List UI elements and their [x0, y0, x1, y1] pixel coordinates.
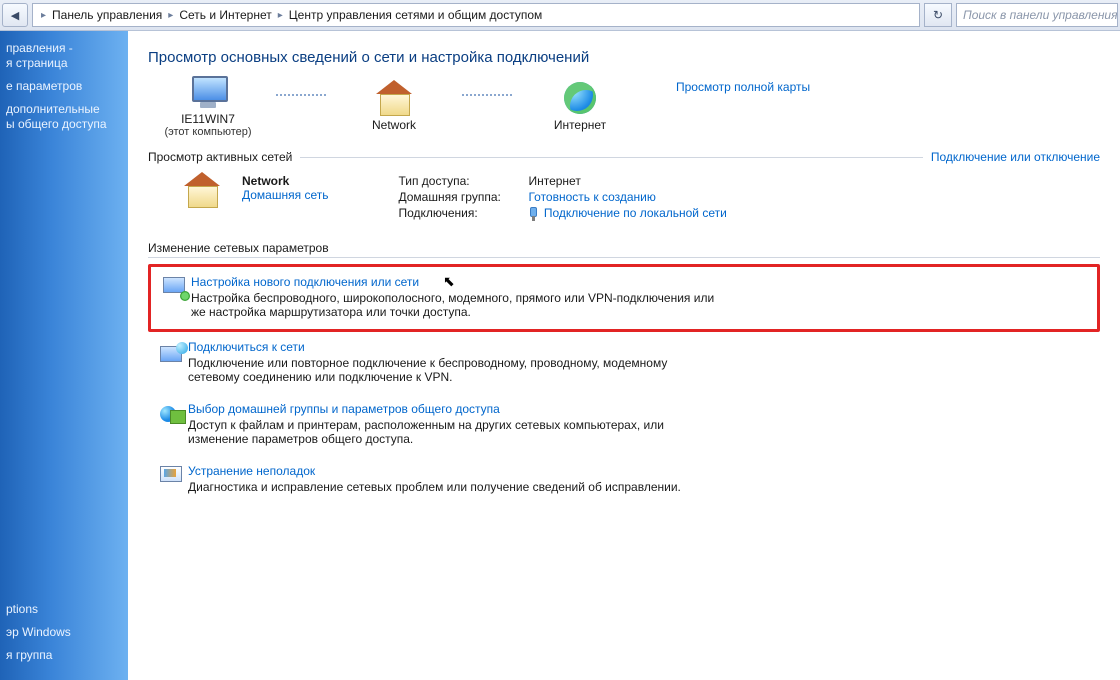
task-title[interactable]: Выбор домашней группы и параметров общег…: [188, 402, 500, 416]
node-label: Интернет: [520, 118, 640, 132]
rule: [300, 157, 923, 158]
toolbar: ◀ ▸ Панель управления ▸ Сеть и Интернет …: [0, 0, 1120, 31]
task-setup-connection[interactable]: Настройка нового подключения или сети ⬉ …: [148, 264, 1100, 332]
chevron-right-icon: ▸: [274, 10, 287, 21]
node-label: IE11WIN7: [148, 112, 268, 126]
network-map: IE11WIN7 (этот компьютер) Network Интерн…: [148, 76, 640, 138]
view-full-map-link[interactable]: Просмотр полной карты: [676, 80, 810, 94]
node-sublabel: (этот компьютер): [148, 126, 268, 138]
connection-line-icon: [462, 94, 512, 96]
nav-back-button[interactable]: ◀: [2, 3, 28, 27]
breadcrumb-item[interactable]: Панель управления: [50, 8, 164, 22]
task-title[interactable]: Подключиться к сети: [188, 340, 305, 354]
network-type-link[interactable]: Домашняя сеть: [242, 188, 328, 202]
kv-label: Подключения:: [398, 206, 528, 221]
address-bar[interactable]: ▸ Панель управления ▸ Сеть и Интернет ▸ …: [32, 3, 920, 27]
breadcrumb-item[interactable]: Сеть и Интернет: [177, 8, 273, 22]
task-troubleshoot[interactable]: Устранение неполадок Диагностика и испра…: [148, 456, 1100, 504]
sidebar-bottom-item[interactable]: я группа: [6, 648, 122, 663]
cursor-icon: ⬉: [443, 273, 455, 290]
active-network: Network Домашняя сеть Тип доступа: Интер…: [148, 174, 1100, 223]
sidebar-item[interactable]: дополнительные ы общего доступа: [6, 102, 122, 132]
page-title: Просмотр основных сведений о сети и наст…: [148, 49, 1100, 66]
computer-icon: [188, 76, 228, 110]
section-title: Просмотр активных сетей: [148, 150, 292, 164]
chevron-right-icon: ▸: [37, 10, 50, 21]
homegroup-icon: [160, 404, 186, 426]
section-title: Изменение сетевых параметров: [148, 241, 1100, 258]
globe-icon: [560, 82, 600, 116]
connect-disconnect-link[interactable]: Подключение или отключение: [931, 150, 1100, 164]
troubleshoot-icon: [160, 466, 186, 488]
kv-value: Интернет: [528, 174, 580, 188]
content-pane: Просмотр основных сведений о сети и наст…: [128, 31, 1120, 680]
node-internet[interactable]: Интернет: [520, 82, 640, 132]
connection-line-icon: [276, 94, 326, 96]
connect-icon: [160, 342, 186, 364]
chevron-right-icon: ▸: [164, 10, 177, 21]
task-description: Настройка беспроводного, широкополосного…: [191, 291, 721, 319]
task-connect-network[interactable]: Подключиться к сети Подключение или повт…: [148, 332, 1100, 394]
node-network[interactable]: Network: [334, 82, 454, 132]
sidebar-item[interactable]: правления - я страница: [6, 41, 122, 71]
kv-label: Домашняя группа:: [398, 190, 528, 204]
sidebar-bottom-item[interactable]: ptions: [6, 602, 122, 617]
task-description: Диагностика и исправление сетевых пробле…: [188, 480, 718, 494]
task-description: Подключение или повторное подключение к …: [188, 356, 718, 384]
search-placeholder: Поиск в панели управления: [963, 8, 1118, 22]
kv-label: Тип доступа:: [398, 174, 528, 188]
node-this-computer[interactable]: IE11WIN7 (этот компьютер): [148, 76, 268, 138]
search-input[interactable]: Поиск в панели управления: [956, 3, 1118, 27]
house-icon: [374, 82, 414, 116]
node-label: Network: [334, 118, 454, 132]
setup-connection-icon: [163, 277, 187, 299]
refresh-button[interactable]: ↻: [924, 3, 952, 27]
house-icon: [182, 174, 222, 210]
task-title[interactable]: Устранение неполадок: [188, 464, 315, 478]
sidebar-item[interactable]: е параметров: [6, 79, 122, 94]
homegroup-link[interactable]: Готовность к созданию: [528, 190, 655, 204]
task-title[interactable]: Настройка нового подключения или сети: [191, 275, 419, 289]
connection-link[interactable]: Подключение по локальной сети: [544, 206, 727, 220]
sidebar: правления - я страница е параметров допо…: [0, 31, 128, 680]
sidebar-bottom-item[interactable]: эр Windows: [6, 625, 122, 640]
breadcrumb-item[interactable]: Центр управления сетями и общим доступом: [287, 8, 545, 22]
plug-icon: [528, 207, 540, 221]
task-homegroup-sharing[interactable]: Выбор домашней группы и параметров общег…: [148, 394, 1100, 456]
task-description: Доступ к файлам и принтерам, расположенн…: [188, 418, 718, 446]
active-network-name: Network: [242, 174, 328, 188]
